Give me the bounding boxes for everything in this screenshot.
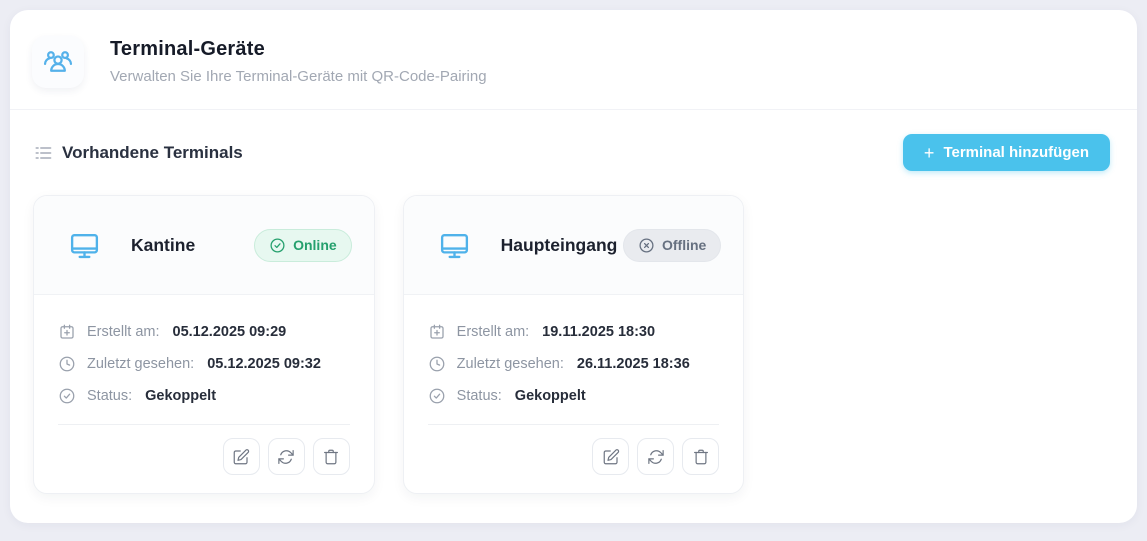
status-value: Gekoppelt bbox=[145, 388, 216, 404]
edit-button[interactable] bbox=[223, 438, 260, 475]
users-icon bbox=[42, 46, 74, 78]
last-seen-value: 26.11.2025 18:36 bbox=[577, 356, 690, 372]
last-seen-label: Zuletzt gesehen: bbox=[87, 356, 194, 372]
created-label: Erstellt am: bbox=[457, 324, 530, 340]
last-seen-value: 05.12.2025 09:32 bbox=[207, 356, 321, 372]
status-badge-online: Online bbox=[254, 229, 352, 262]
refresh-button[interactable] bbox=[637, 438, 674, 475]
check-circle-icon bbox=[269, 237, 286, 254]
card-header: Haupteingang Offline bbox=[404, 196, 744, 295]
trash-icon bbox=[322, 448, 340, 466]
status-label: Status: bbox=[457, 388, 502, 404]
status-value: Gekoppelt bbox=[515, 388, 586, 404]
check-circle-icon bbox=[428, 387, 446, 405]
empty-grid-cell bbox=[772, 195, 1114, 494]
delete-button[interactable] bbox=[682, 438, 719, 475]
page-header: Terminal-Geräte Verwalten Sie Ihre Termi… bbox=[10, 10, 1137, 110]
section-row: Vorhandene Terminals + Terminal hinzufüg… bbox=[10, 110, 1137, 171]
terminal-card-haupteingang: Haupteingang Offline bbox=[403, 195, 745, 494]
terminals-grid: Kantine Online bbox=[10, 171, 1137, 494]
page-subtitle: Verwalten Sie Ihre Terminal-Geräte mit Q… bbox=[110, 68, 487, 85]
terminal-devices-panel: Terminal-Geräte Verwalten Sie Ihre Termi… bbox=[10, 10, 1137, 523]
header-icon-box bbox=[32, 36, 84, 88]
created-value: 05.12.2025 09:29 bbox=[173, 324, 287, 340]
delete-button[interactable] bbox=[313, 438, 350, 475]
list-icon bbox=[33, 143, 53, 163]
card-body: Erstellt am: 19.11.2025 18:30 Zuletzt ge… bbox=[404, 295, 744, 475]
status-badge-label: Offline bbox=[662, 237, 706, 253]
edit-icon bbox=[232, 448, 250, 466]
created-row: Erstellt am: 19.11.2025 18:30 bbox=[428, 322, 720, 342]
action-row bbox=[428, 438, 720, 475]
calendar-plus-icon bbox=[58, 323, 76, 341]
card-header: Kantine Online bbox=[34, 196, 374, 295]
plus-icon: + bbox=[924, 144, 935, 162]
terminal-name: Kantine bbox=[131, 235, 195, 256]
status-row: Status: Gekoppelt bbox=[58, 386, 350, 406]
status-row: Status: Gekoppelt bbox=[428, 386, 720, 406]
created-row: Erstellt am: 05.12.2025 09:29 bbox=[58, 322, 350, 342]
edit-icon bbox=[602, 448, 620, 466]
refresh-button[interactable] bbox=[268, 438, 305, 475]
check-circle-icon bbox=[58, 387, 76, 405]
calendar-plus-icon bbox=[428, 323, 446, 341]
x-circle-icon bbox=[638, 237, 655, 254]
clock-icon bbox=[428, 355, 446, 373]
last-seen-label: Zuletzt gesehen: bbox=[457, 356, 564, 372]
add-terminal-button[interactable]: + Terminal hinzufügen bbox=[903, 134, 1110, 171]
add-terminal-button-label: Terminal hinzufügen bbox=[943, 144, 1089, 161]
status-badge-label: Online bbox=[293, 237, 337, 253]
card-divider bbox=[58, 424, 350, 425]
card-divider bbox=[428, 424, 720, 425]
action-row bbox=[58, 438, 350, 475]
status-badge-offline: Offline bbox=[623, 229, 721, 262]
title-block: Terminal-Geräte Verwalten Sie Ihre Termi… bbox=[110, 36, 487, 85]
refresh-icon bbox=[277, 448, 295, 466]
page-title: Terminal-Geräte bbox=[110, 38, 487, 61]
terminal-card-kantine: Kantine Online bbox=[33, 195, 375, 494]
last-seen-row: Zuletzt gesehen: 26.11.2025 18:36 bbox=[428, 354, 720, 374]
card-body: Erstellt am: 05.12.2025 09:29 Zuletzt ge… bbox=[34, 295, 374, 475]
status-label: Status: bbox=[87, 388, 132, 404]
last-seen-row: Zuletzt gesehen: 05.12.2025 09:32 bbox=[58, 354, 350, 374]
monitor-icon bbox=[438, 229, 471, 262]
refresh-icon bbox=[647, 448, 665, 466]
trash-icon bbox=[692, 448, 710, 466]
section-title-wrap: Vorhandene Terminals bbox=[33, 143, 243, 163]
section-title: Vorhandene Terminals bbox=[62, 143, 243, 163]
clock-icon bbox=[58, 355, 76, 373]
created-label: Erstellt am: bbox=[87, 324, 160, 340]
monitor-icon bbox=[68, 229, 101, 262]
edit-button[interactable] bbox=[592, 438, 629, 475]
created-value: 19.11.2025 18:30 bbox=[542, 324, 655, 340]
terminal-name: Haupteingang bbox=[501, 235, 618, 256]
